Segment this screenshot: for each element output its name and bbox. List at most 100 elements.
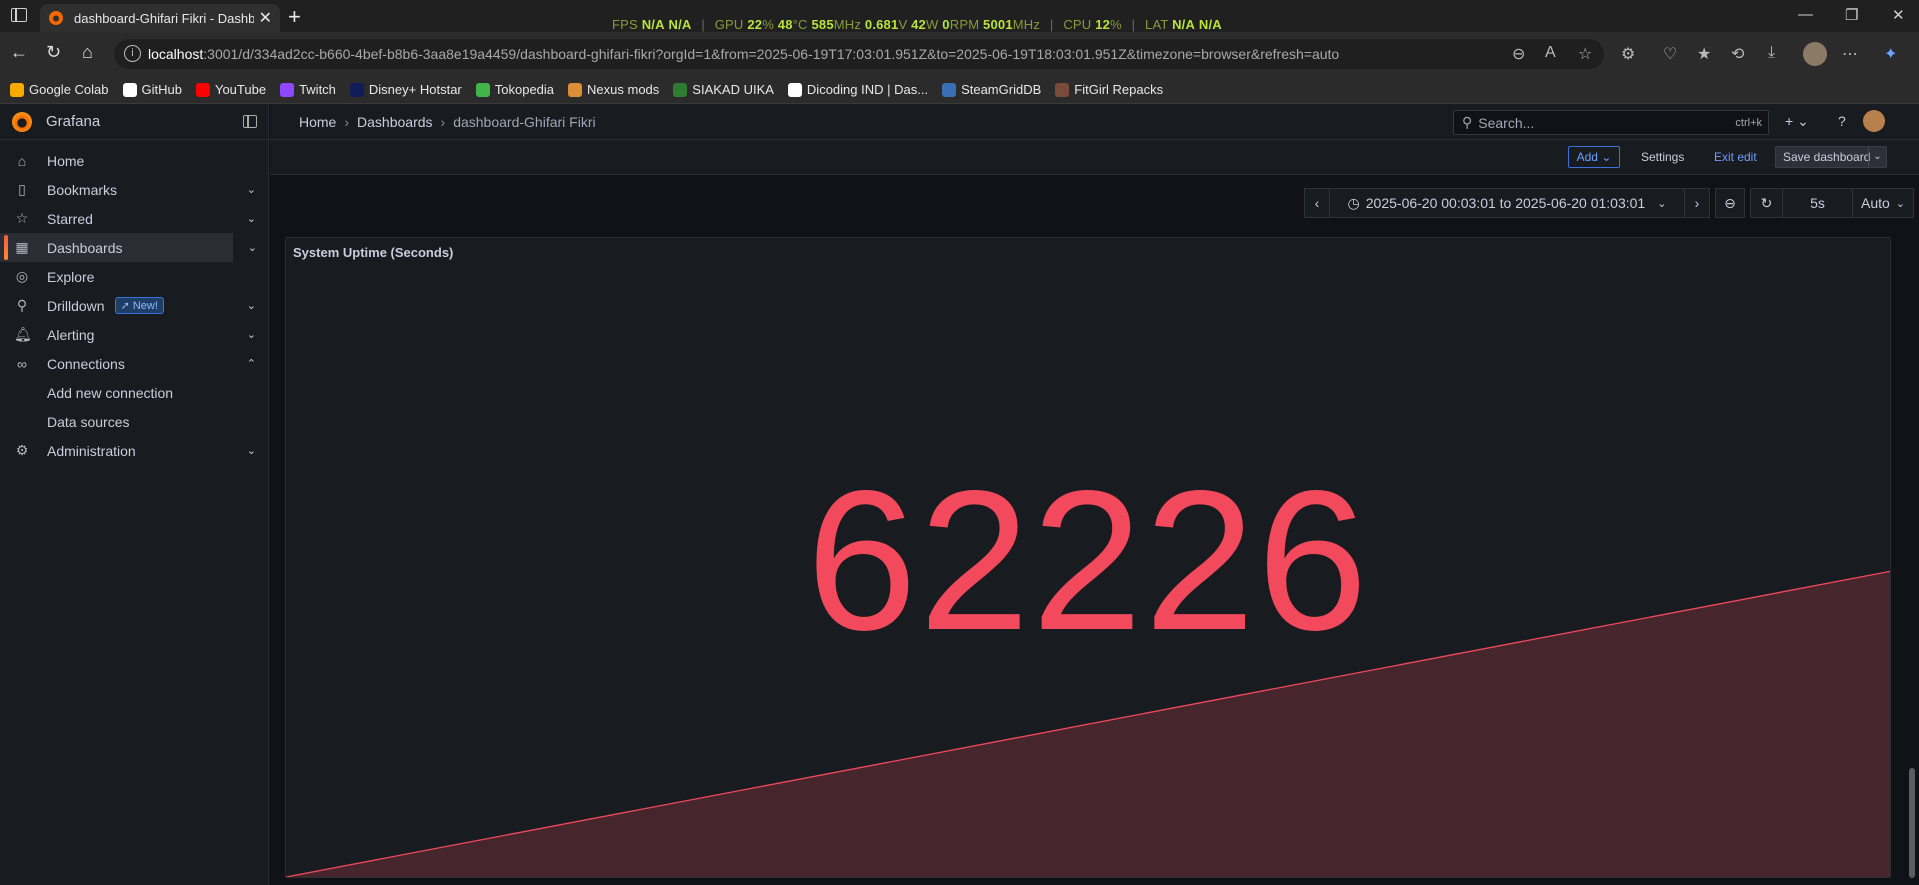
more-menu-icon[interactable]: ⋯ xyxy=(1842,44,1858,64)
unit: % xyxy=(1110,17,1122,32)
tab-close-icon[interactable]: ✕ xyxy=(259,8,272,28)
sidebar-item-explore[interactable]: ◎ Explore xyxy=(0,262,268,291)
zoom-icon[interactable]: ⊖ xyxy=(1512,44,1525,64)
minimize-icon[interactable]: — xyxy=(1798,6,1813,23)
window-close-icon[interactable]: ✕ xyxy=(1892,6,1905,24)
chevron-down-icon[interactable]: ⌄ xyxy=(247,328,256,341)
bookmark-favicon-icon xyxy=(475,82,490,97)
lat-label: LAT xyxy=(1145,17,1169,32)
bookmark-label: Disney+ Hotstar xyxy=(368,82,462,97)
bookmark-label: Twitch xyxy=(299,82,336,97)
chevron-down-icon[interactable]: ⌄ xyxy=(247,183,256,196)
extensions-icon[interactable]: ⚙ xyxy=(1621,44,1635,64)
refresh-icon[interactable]: ↻ xyxy=(1750,188,1783,218)
add-button[interactable]: Add ⌄ xyxy=(1568,146,1620,168)
sidebar-item-drilldown[interactable]: ⚲ Drilldown ➚ New! ⌄ xyxy=(0,291,268,320)
url-bar[interactable]: i localhost:3001/d/334ad2cc-b660-4bef-b8… xyxy=(114,39,1604,69)
sidebar-item-starred[interactable]: ☆ Starred ⌄ xyxy=(0,204,268,233)
new-tab-icon[interactable]: + xyxy=(288,4,301,30)
exit-edit-button[interactable]: Exit edit xyxy=(1714,150,1757,164)
chevron-down-icon[interactable]: ⌄ xyxy=(247,212,256,225)
stat-panel-system-uptime[interactable]: System Uptime (Seconds) 62226 xyxy=(285,237,1891,878)
address-toolbar: ← ↻ ⌂ i localhost:3001/d/334ad2cc-b660-4… xyxy=(0,32,1919,76)
chevron-down-icon[interactable]: ⌄ xyxy=(247,299,256,312)
chevron-down-icon[interactable]: ⌄ xyxy=(247,444,256,457)
time-shift-back-icon[interactable]: ‹ xyxy=(1304,188,1330,218)
bookmark-item[interactable]: Disney+ Hotstar xyxy=(349,82,462,97)
bookmark-item[interactable]: FitGirl Repacks xyxy=(1055,82,1163,97)
bookmark-item[interactable]: GitHub xyxy=(122,82,182,97)
gear-icon: ⚙ xyxy=(15,442,29,458)
downloads-icon[interactable]: ⤓ xyxy=(1768,44,1775,62)
profile-avatar[interactable] xyxy=(1803,42,1827,66)
sidebar-item-dashboards[interactable]: ▦ Dashboards ⌄ xyxy=(0,233,257,262)
browser-tab[interactable]: dashboard-Ghifari Fikri - Dashboards ✕ xyxy=(40,4,280,32)
bookmark-item[interactable]: Twitch xyxy=(280,82,336,97)
copilot-icon[interactable]: ✦ xyxy=(1884,44,1897,64)
reload-icon[interactable]: ↻ xyxy=(46,42,61,63)
history-icon[interactable]: ⟲ xyxy=(1731,44,1744,64)
settings-button[interactable]: Settings xyxy=(1641,150,1684,164)
performance-overlay: FPS N/A N/A | GPU 22% 48°C 585MHz 0.681V… xyxy=(612,17,1222,32)
dashboards-grid-icon: ▦ xyxy=(15,239,29,255)
page-scrollbar[interactable] xyxy=(1909,768,1915,878)
read-aloud-icon[interactable]: A xyxy=(1545,44,1556,62)
sidebar-item-bookmarks[interactable]: ▯ Bookmarks ⌄ xyxy=(0,175,268,204)
new-plus-icon[interactable]: + ⌄ xyxy=(1785,113,1809,130)
bookmark-item[interactable]: Dicoding IND | Das... xyxy=(787,82,928,97)
help-icon[interactable]: ? xyxy=(1838,113,1846,129)
bookmark-item[interactable]: SteamGridDB xyxy=(942,82,1041,97)
bookmark-item[interactable]: Nexus mods xyxy=(568,82,659,97)
refresh-interval[interactable]: 5s xyxy=(1782,188,1853,218)
site-info-icon[interactable]: i xyxy=(124,45,141,62)
chevron-down-icon[interactable]: ⌄ xyxy=(248,241,257,254)
bookmark-item[interactable]: Tokopedia xyxy=(475,82,555,97)
dock-menu-icon[interactable] xyxy=(243,115,257,128)
back-icon[interactable]: ← xyxy=(10,42,28,63)
time-shift-forward-icon[interactable]: › xyxy=(1684,188,1710,218)
chevron-up-icon[interactable]: ⌃ xyxy=(247,357,256,370)
fps-value-2: N/A xyxy=(668,17,692,32)
panel-title: System Uptime (Seconds) xyxy=(293,245,454,260)
bookmark-item[interactable]: Google Colab xyxy=(10,82,109,97)
browser-essentials-icon[interactable]: ♡ xyxy=(1663,44,1677,64)
bookmark-label: FitGirl Repacks xyxy=(1074,82,1164,97)
favorites-icon[interactable]: ★ xyxy=(1697,44,1711,64)
sidebar-item-add-new-connection[interactable]: Add new connection xyxy=(0,378,268,407)
zoom-out-icon[interactable]: ⊖ xyxy=(1715,188,1745,218)
gpu-power: 42 xyxy=(911,17,926,32)
home-icon: ⌂ xyxy=(17,152,27,169)
favorite-star-icon[interactable]: ☆ xyxy=(1578,44,1592,64)
bookmark-item[interactable]: SIAKAD UIKA xyxy=(673,82,774,97)
breadcrumb-dashboards[interactable]: Dashboards xyxy=(357,114,433,130)
save-dashboard-button[interactable]: Save dashboard ⌄ xyxy=(1775,146,1887,168)
bookmark-icon: ▯ xyxy=(18,181,26,197)
restore-icon[interactable]: ❐ xyxy=(1845,6,1858,24)
bookmark-label: Tokopedia xyxy=(494,82,555,97)
refresh-mode-picker[interactable]: Auto ⌄ xyxy=(1852,188,1914,218)
sidebar-item-home[interactable]: ⌂ Home xyxy=(0,146,268,175)
lat-value: N/A xyxy=(1172,17,1196,32)
search-input[interactable]: ⚲ Search... ctrl+k xyxy=(1453,110,1769,135)
chevron-down-icon[interactable]: ⌄ xyxy=(1868,147,1886,167)
gpu-load: 22 xyxy=(747,17,763,32)
link-icon: ∞ xyxy=(17,355,27,372)
bookmark-label: Google Colab xyxy=(29,82,109,97)
grafana-logo-icon[interactable] xyxy=(12,111,32,132)
sidebar-item-label: Administration xyxy=(47,442,136,459)
home-icon[interactable]: ⌂ xyxy=(82,42,93,63)
bookmark-favicon-icon xyxy=(10,82,24,97)
user-avatar[interactable] xyxy=(1863,110,1885,132)
gpu-temp: 48 xyxy=(777,17,793,32)
tab-actions-icon[interactable] xyxy=(11,8,27,22)
sidebar-item-data-sources[interactable]: Data sources xyxy=(0,407,268,436)
time-range-picker[interactable]: ◷ 2025-06-20 00:03:01 to 2025-06-20 01:0… xyxy=(1329,188,1685,218)
sidebar-item-administration[interactable]: ⚙ Administration ⌄ xyxy=(0,436,268,465)
sidebar-item-connections[interactable]: ∞ Connections ⌃ xyxy=(0,349,268,378)
bookmark-item[interactable]: YouTube xyxy=(195,82,266,97)
gpu-clock: 585 xyxy=(811,17,834,32)
bookmark-favicon-icon xyxy=(942,82,957,97)
grafana-favicon-icon xyxy=(49,11,63,25)
breadcrumb-home[interactable]: Home xyxy=(299,114,336,130)
sidebar-item-alerting[interactable]: 🔔︎ Alerting ⌄ xyxy=(0,320,268,349)
